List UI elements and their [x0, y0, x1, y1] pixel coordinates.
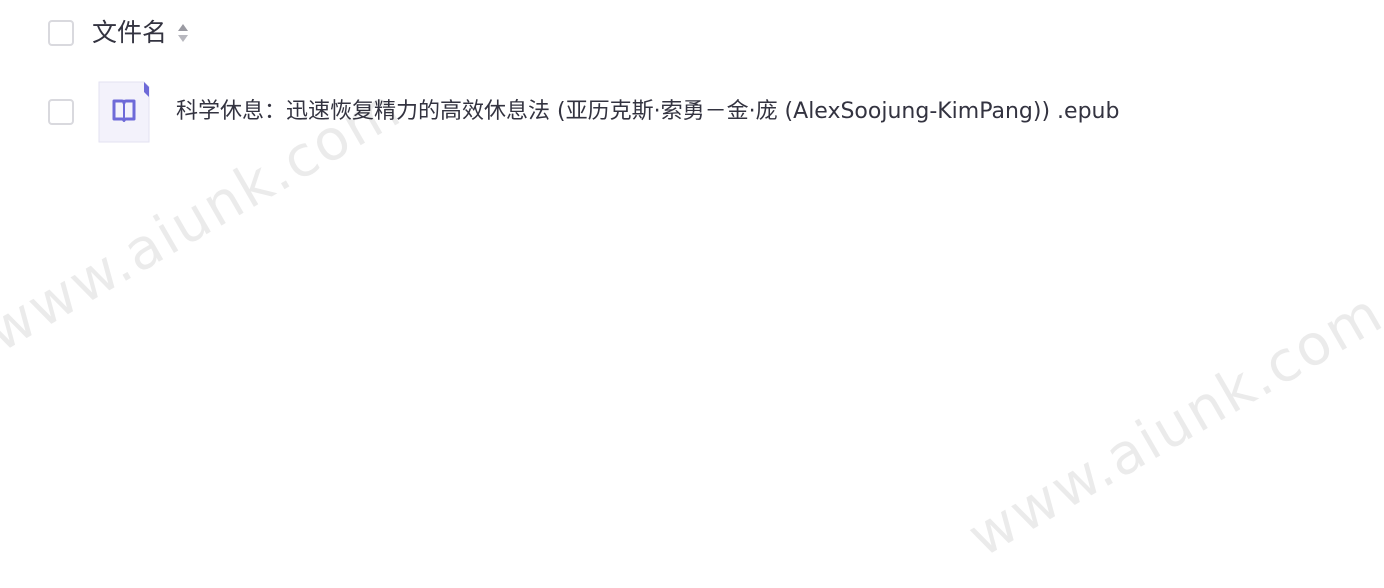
- watermark-text: www.aiunk.com: [957, 280, 1384, 570]
- select-all-checkbox[interactable]: [48, 20, 74, 46]
- sort-arrows-icon[interactable]: [177, 20, 189, 46]
- file-select-checkbox[interactable]: [48, 99, 74, 125]
- file-name-link[interactable]: 科学休息：迅速恢复精力的高效休息法 (亚历克斯·索勇－金·庞 (AlexSooj…: [176, 97, 1119, 127]
- book-icon: [98, 81, 150, 143]
- column-title-filename: 文件名: [92, 18, 168, 47]
- file-list-header: 文件名: [48, 18, 189, 48]
- file-list-item[interactable]: 科学休息：迅速恢复精力的高效休息法 (亚历克斯·索勇－金·庞 (AlexSooj…: [48, 81, 1119, 143]
- file-list-page: 文件名 科学休息：迅速恢复精力的高效休息法 (亚历克斯·索勇－金·庞 (Alex…: [0, 0, 1384, 588]
